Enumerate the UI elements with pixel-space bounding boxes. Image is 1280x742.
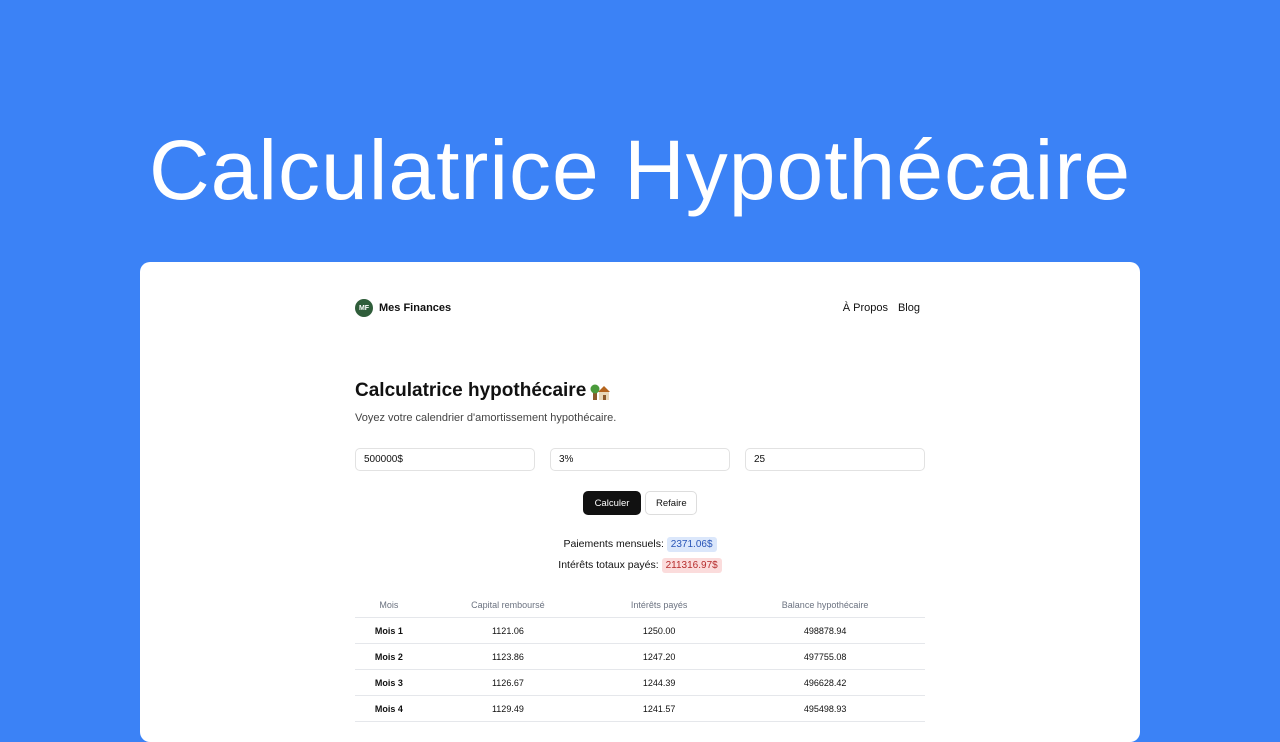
month-cell: Mois 1 — [355, 617, 423, 644]
nav-link-blog[interactable]: Blog — [898, 302, 920, 314]
app-card: MF Mes Finances À Propos Blog Calculatri… — [140, 262, 1140, 742]
table-row: Mois 4 1129.49 1241.57 495498.93 — [355, 695, 925, 722]
column-header-interest: Intérêts payés — [593, 592, 726, 618]
page-subtitle: Voyez votre calendrier d'amortissement h… — [355, 412, 617, 424]
balance-cell: 498878.94 — [725, 617, 925, 644]
column-header-principal: Capital remboursé — [422, 592, 594, 618]
results-summary: Paiements mensuels: 2371.06$ Intérêts to… — [355, 534, 925, 576]
table-row: Mois 3 1126.67 1244.39 496628.42 — [355, 669, 925, 696]
principal-cell: 1126.67 — [422, 669, 594, 696]
table-row: Mois 1 1121.06 1250.00 498878.94 — [355, 617, 925, 644]
column-header-balance: Balance hypothécaire — [725, 592, 925, 618]
brand-logo-icon: MF — [355, 299, 373, 317]
month-cell: Mois 4 — [355, 695, 423, 722]
total-interest-label: Intérêts totaux payés: — [558, 559, 659, 571]
brand[interactable]: MF Mes Finances — [355, 299, 451, 317]
principal-cell: 1129.49 — [422, 695, 594, 722]
monthly-payment-label: Paiements mensuels: — [563, 538, 664, 550]
top-nav: MF Mes Finances À Propos Blog — [355, 298, 920, 318]
page-title-text: Calculatrice hypothécaire — [355, 380, 587, 401]
actions: Calculer Refaire — [583, 491, 697, 515]
principal-cell: 1123.86 — [422, 643, 594, 670]
interest-cell: 1247.20 — [593, 643, 726, 670]
nav-links: À Propos Blog — [843, 302, 920, 314]
total-interest-value: 211316.97$ — [661, 558, 722, 573]
monthly-payment-row: Paiements mensuels: 2371.06$ — [355, 534, 925, 555]
interest-cell: 1250.00 — [593, 617, 726, 644]
amount-input[interactable] — [355, 448, 535, 471]
hero-title: Calculatrice Hypothécaire — [148, 123, 1132, 217]
table-row: Mois 2 1123.86 1247.20 497755.08 — [355, 643, 925, 670]
balance-cell: 495498.93 — [725, 695, 925, 722]
years-input[interactable] — [745, 448, 925, 471]
table-header-row: Mois Capital remboursé Intérêts payés Ba… — [355, 592, 925, 618]
month-cell: Mois 2 — [355, 643, 423, 670]
principal-cell: 1121.06 — [422, 617, 594, 644]
total-interest-row: Intérêts totaux payés: 211316.97$ — [355, 555, 925, 576]
house-emoji-icon — [590, 381, 612, 401]
balance-cell: 497755.08 — [725, 643, 925, 670]
nav-link-about[interactable]: À Propos — [843, 302, 888, 314]
amortization-table: Mois Capital remboursé Intérêts payés Ba… — [355, 592, 925, 722]
column-header-month: Mois — [355, 592, 423, 618]
page-title: Calculatrice hypothécaire — [355, 380, 612, 402]
reset-button[interactable]: Refaire — [645, 491, 697, 515]
calculate-button[interactable]: Calculer — [583, 491, 641, 515]
month-cell: Mois 3 — [355, 669, 423, 696]
interest-cell: 1241.57 — [593, 695, 726, 722]
brand-name: Mes Finances — [379, 302, 452, 314]
inputs-row — [355, 448, 925, 471]
rate-input[interactable] — [550, 448, 730, 471]
monthly-payment-value: 2371.06$ — [666, 537, 717, 552]
interest-cell: 1244.39 — [593, 669, 726, 696]
balance-cell: 496628.42 — [725, 669, 925, 696]
